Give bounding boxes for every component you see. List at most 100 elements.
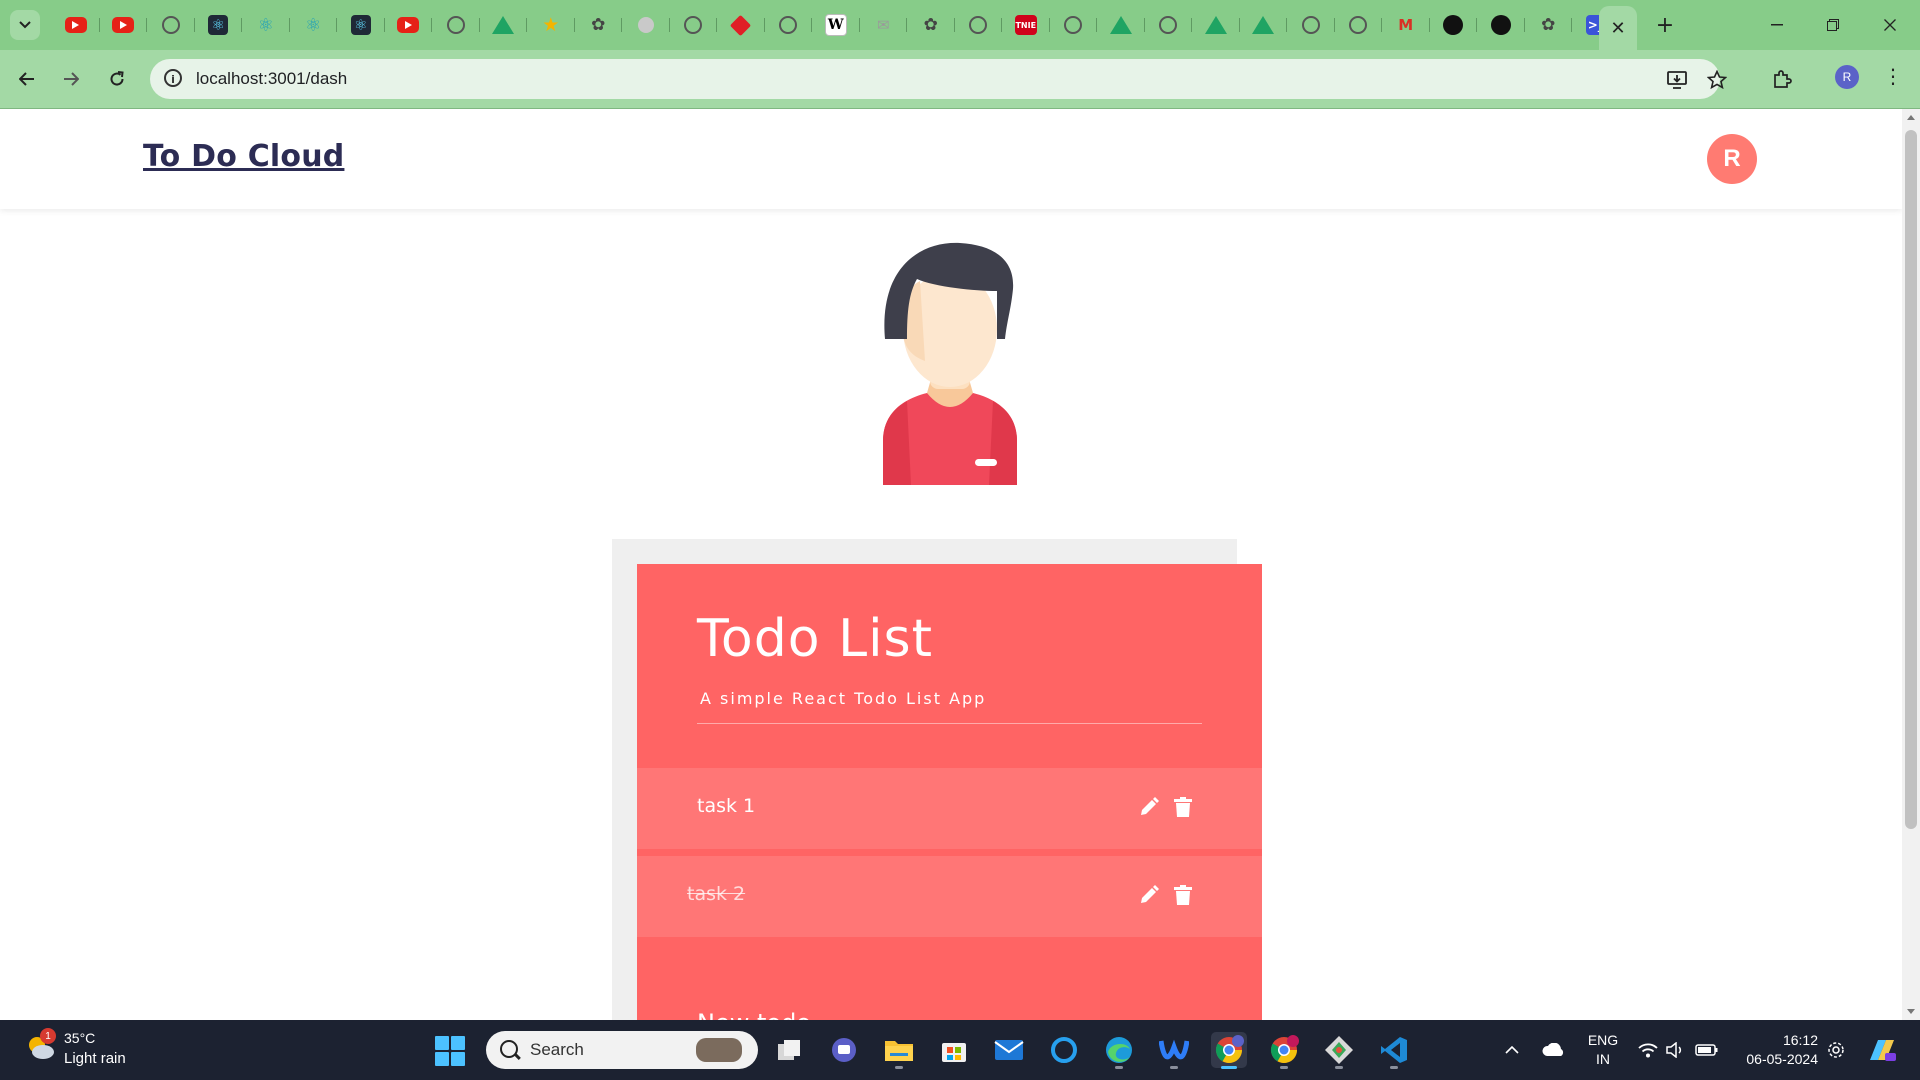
delete-trash-icon[interactable] (1172, 796, 1194, 818)
active-tab[interactable]: ✕ (1599, 6, 1637, 50)
tab[interactable]: ✉ (860, 10, 908, 40)
onedrive-cloud-icon[interactable] (1540, 1020, 1568, 1080)
tab[interactable]: TNIE (1002, 10, 1050, 40)
forward-button[interactable] (56, 64, 86, 94)
volume-icon[interactable] (1663, 1020, 1687, 1080)
vscode-icon[interactable] (1376, 1032, 1412, 1069)
browser-profile-avatar[interactable]: R (1835, 65, 1859, 89)
cortana-icon[interactable] (1046, 1032, 1082, 1068)
new-tab-button[interactable]: + (1650, 10, 1680, 40)
browser-menu-icon[interactable]: ⋮ (1883, 64, 1903, 88)
forward-arrow-icon (64, 72, 79, 86)
todo-item[interactable]: task 1 (637, 768, 1262, 849)
reload-icon (110, 71, 124, 86)
tab[interactable] (1240, 10, 1288, 40)
tab[interactable] (670, 10, 718, 40)
edit-pencil-icon[interactable] (1138, 884, 1160, 906)
webex-icon[interactable] (1156, 1032, 1192, 1069)
task-view-icon[interactable] (771, 1032, 807, 1068)
tab[interactable]: ✿ (575, 10, 623, 40)
tab[interactable]: ✿ (1525, 10, 1573, 40)
tab[interactable]: ✿ (907, 10, 955, 40)
tab-search-button[interactable] (10, 10, 40, 40)
edge-icon[interactable] (1101, 1032, 1137, 1069)
close-window-button[interactable] (1875, 10, 1905, 40)
todo-item-label[interactable]: task 2 (687, 883, 745, 905)
tab[interactable] (1287, 10, 1335, 40)
scroll-down-arrow-icon[interactable] (1907, 1009, 1915, 1014)
tab[interactable] (1097, 10, 1145, 40)
extensions-button[interactable] (1767, 64, 1797, 94)
tab[interactable]: W (812, 10, 860, 40)
store-icon[interactable] (936, 1032, 972, 1068)
battery-icon[interactable] (1693, 1020, 1721, 1080)
close-tab-icon[interactable]: ✕ (1610, 18, 1625, 39)
scroll-thumb[interactable] (1905, 130, 1917, 829)
tab[interactable] (1145, 10, 1193, 40)
user-avatar-button[interactable]: R (1707, 134, 1757, 184)
wikipedia-icon: W (824, 14, 847, 36)
tab[interactable] (100, 10, 148, 40)
tab[interactable] (1335, 10, 1383, 40)
file-explorer-icon[interactable] (881, 1032, 917, 1069)
address-bar[interactable]: i localhost:3001/dash (150, 59, 1727, 99)
tab[interactable] (432, 10, 480, 40)
clock-date: 06-05-2024 (1746, 1051, 1818, 1067)
back-button[interactable] (12, 64, 42, 94)
tab-list: ⚛ ⚛ ⚛ ⚛ ★ ✿ W ✉ ✿ TNIE M ✿ >_ (52, 10, 1620, 40)
taskbar-search[interactable]: Search (486, 1031, 758, 1069)
tab[interactable]: M (1382, 10, 1430, 40)
tab[interactable] (147, 10, 195, 40)
git-icon[interactable] (1321, 1032, 1357, 1069)
tab[interactable] (622, 10, 670, 40)
todo-item-label[interactable]: task 1 (697, 795, 755, 817)
chatgpt-icon: ✿ (591, 15, 606, 35)
show-hidden-icons-chevron-icon[interactable] (1500, 1020, 1524, 1080)
install-app-icon[interactable] (1665, 68, 1689, 92)
tab[interactable]: ⚛ (195, 10, 243, 40)
windows-start-icon[interactable] (435, 1036, 465, 1066)
system-clock[interactable]: 16:12 06-05-2024 (1728, 1031, 1818, 1069)
edit-pencil-icon[interactable] (1138, 796, 1160, 818)
gmail-icon: M (1398, 16, 1414, 34)
chrome-icon[interactable] (1211, 1032, 1247, 1069)
tab[interactable] (480, 10, 528, 40)
todo-subtitle: A simple React Todo List App (700, 689, 987, 708)
bookmark-star-icon[interactable] (1705, 68, 1729, 92)
todo-item[interactable]: task 2 (637, 856, 1262, 937)
region-code: IN (1596, 1051, 1610, 1067)
reload-button[interactable] (102, 64, 132, 94)
scroll-up-arrow-icon[interactable] (1907, 115, 1915, 120)
delete-trash-icon[interactable] (1172, 884, 1194, 906)
tab[interactable] (385, 10, 433, 40)
globe-icon (1349, 16, 1368, 34)
tab[interactable]: ⚛ (337, 10, 385, 40)
tab[interactable] (1050, 10, 1098, 40)
language-indicator[interactable]: ENG IN (1583, 1031, 1623, 1069)
brand-link[interactable]: To Do Cloud (143, 139, 344, 174)
tab[interactable] (955, 10, 1003, 40)
site-info-icon[interactable]: i (164, 69, 182, 87)
tab[interactable]: ⚛ (242, 10, 290, 40)
tab[interactable] (717, 10, 765, 40)
url-text[interactable]: localhost:3001/dash (196, 69, 347, 89)
clock-time: 16:12 (1782, 1032, 1818, 1048)
tab[interactable] (1192, 10, 1240, 40)
tab[interactable] (1430, 10, 1478, 40)
todo-title: Todo List (697, 609, 933, 669)
tab[interactable]: ⚛ (290, 10, 338, 40)
tab[interactable] (52, 10, 100, 40)
restore-button[interactable] (1818, 10, 1848, 40)
page-scrollbar[interactable] (1902, 109, 1920, 1020)
copilot-icon[interactable] (1864, 1020, 1900, 1080)
tab[interactable] (1477, 10, 1525, 40)
chrome-profile-icon[interactable] (1266, 1032, 1302, 1069)
tab[interactable] (765, 10, 813, 40)
wifi-icon[interactable] (1636, 1020, 1660, 1080)
teams-icon[interactable] (826, 1032, 862, 1068)
tab[interactable]: ★ (527, 10, 575, 40)
search-placeholder: Search (530, 1040, 584, 1059)
minimize-button[interactable] (1762, 10, 1792, 40)
mail-icon[interactable] (991, 1032, 1027, 1068)
notification-settings-icon[interactable] (1824, 1020, 1848, 1080)
